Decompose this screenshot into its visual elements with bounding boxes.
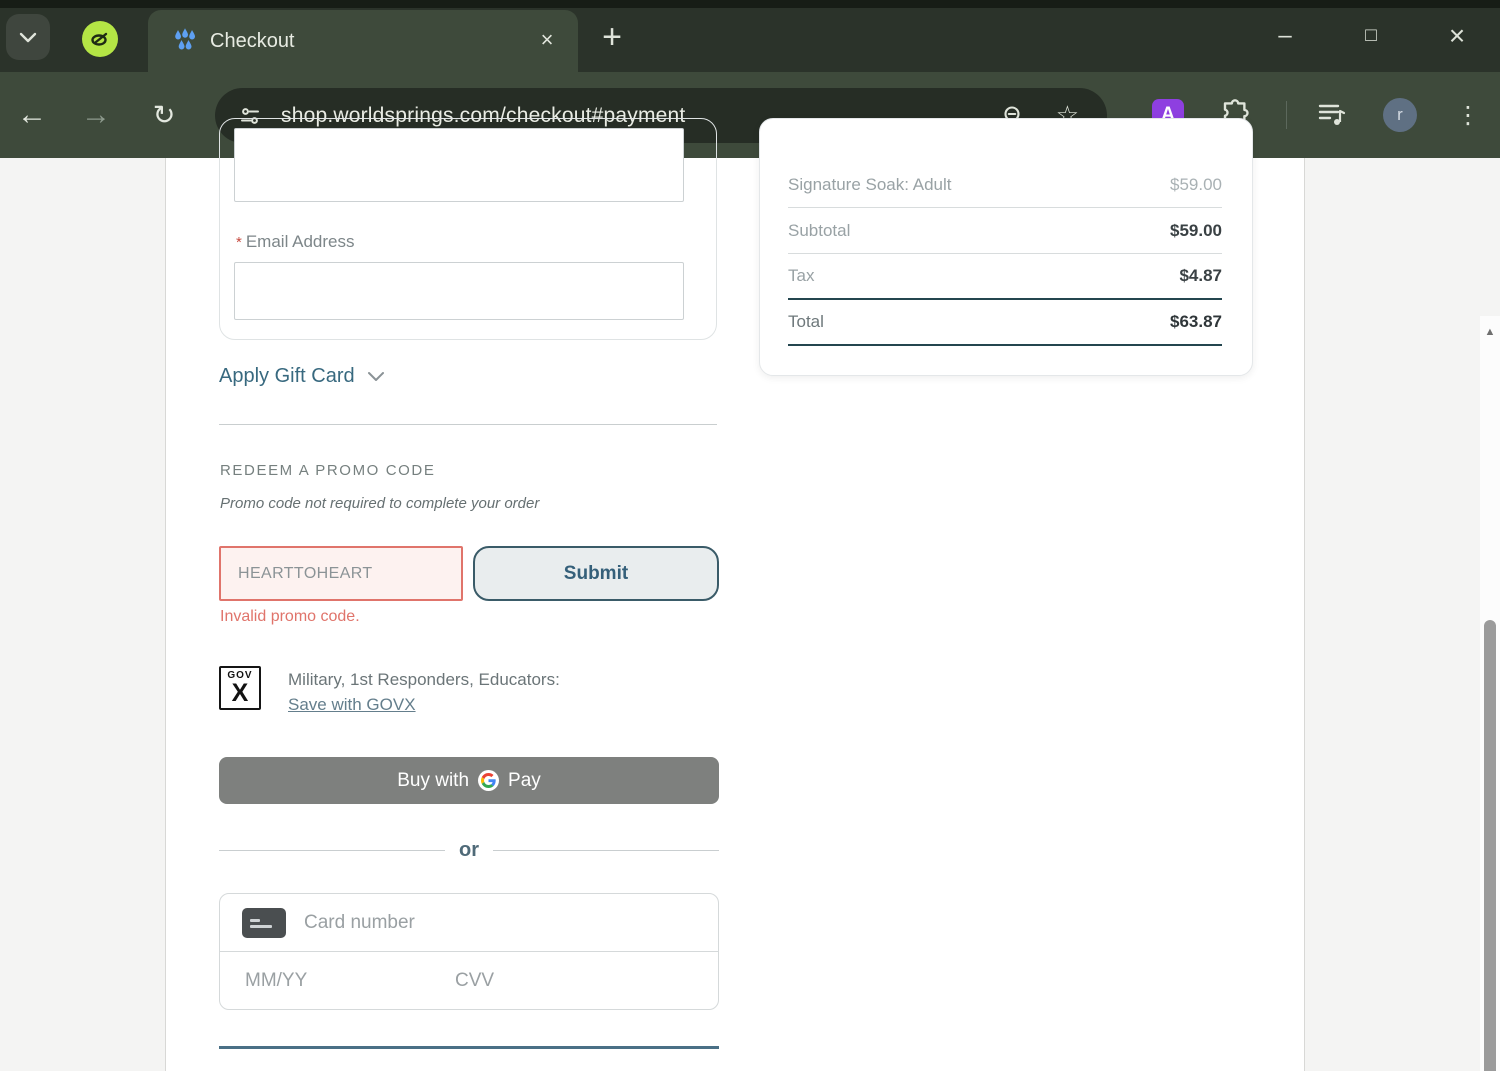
summary-row-item: Signature Soak: Adult $59.00 <box>788 163 1222 208</box>
chevron-down-icon <box>367 371 385 382</box>
tab-checkout[interactable]: Checkout × <box>148 10 578 72</box>
toolbar-divider <box>1286 101 1287 129</box>
browser-menu-icon[interactable]: ⋮ <box>1452 94 1484 136</box>
card-number-row <box>220 894 718 952</box>
subtotal-value: $59.00 <box>1170 220 1222 240</box>
gpay-button[interactable]: Buy with Pay <box>219 757 719 804</box>
back-button[interactable]: ← <box>4 72 60 158</box>
close-window-button[interactable]: × <box>1414 6 1500 66</box>
promo-submit-button[interactable]: Submit <box>473 546 719 601</box>
forward-button[interactable]: → <box>68 72 124 158</box>
tab-title: Checkout <box>210 29 295 52</box>
scrollbar-thumb[interactable] <box>1484 620 1496 1071</box>
govx-audience-text: Military, 1st Responders, Educators: <box>288 670 560 689</box>
promo-error-text: Invalid promo code. <box>220 608 360 625</box>
apply-gift-card-label: Apply Gift Card <box>219 365 355 387</box>
or-text: or <box>459 838 479 861</box>
chevron-down-icon <box>19 31 37 43</box>
worldsprings-drops-favicon <box>175 28 195 50</box>
reload-button[interactable]: ↻ <box>136 72 192 158</box>
media-controls-icon[interactable] <box>1316 99 1348 129</box>
gpay-suffix: Pay <box>508 769 541 791</box>
order-summary-card: Signature Soak: Adult $59.00 Subtotal $5… <box>759 118 1253 376</box>
checkout-content: * Email Address Apply Gift Card REDEEM A … <box>165 118 1305 1071</box>
google-g-icon <box>478 770 500 791</box>
promo-note: Promo code not required to complete your… <box>220 495 540 512</box>
govx-text-block: Military, 1st Responders, Educators: Sav… <box>288 667 560 717</box>
pinned-favicon-glyph <box>91 32 108 46</box>
card-entry-group <box>219 893 719 1010</box>
name-field[interactable] <box>234 128 684 202</box>
tax-label: Tax <box>788 266 815 285</box>
apply-gift-card-toggle[interactable]: Apply Gift Card <box>219 365 385 388</box>
summary-row-subtotal: Subtotal $59.00 <box>788 208 1222 254</box>
cvv-input[interactable] <box>455 969 635 992</box>
line-item-label: Signature Soak: Adult <box>788 175 952 194</box>
summary-row-tax: Tax $4.87 <box>788 254 1222 300</box>
scroll-up-arrow[interactable]: ▲ <box>1480 324 1500 340</box>
section-divider <box>219 424 717 425</box>
gpay-prefix: Buy with <box>397 769 470 791</box>
scrollbar[interactable]: ▲ ▼ <box>1480 316 1500 1071</box>
total-value: $63.87 <box>1170 312 1222 331</box>
tab-search-button[interactable] <box>6 14 50 60</box>
promo-code-input[interactable] <box>219 546 463 601</box>
govx-logo: GOV X <box>219 666 261 710</box>
tax-value: $4.87 <box>1179 266 1222 285</box>
expiry-input[interactable] <box>245 969 455 992</box>
maximize-button[interactable]: □ <box>1328 6 1414 66</box>
profile-avatar[interactable]: r <box>1383 98 1417 132</box>
divider-line <box>493 849 719 851</box>
card-number-input[interactable] <box>304 911 718 934</box>
new-tab-button[interactable]: + <box>592 18 632 58</box>
credit-card-icon <box>242 907 286 938</box>
pinned-tab-favicon[interactable] <box>82 21 118 57</box>
govx-save-link[interactable]: Save with GOVX <box>288 695 416 714</box>
email-field[interactable] <box>234 262 684 320</box>
card-expiry-cvv-row <box>220 952 718 1009</box>
section-rule-dark <box>219 1046 719 1049</box>
checkout-page: * Email Address Apply Gift Card REDEEM A … <box>0 118 1500 1071</box>
govx-logo-x: X <box>231 679 249 707</box>
browser-titlebar: Checkout × + – □ × <box>0 0 1500 72</box>
summary-row-total: Total $63.87 <box>788 300 1222 346</box>
tab-close-icon[interactable]: × <box>530 24 564 58</box>
line-item-value: $59.00 <box>1170 175 1222 194</box>
divider-line <box>219 849 445 851</box>
minimize-button[interactable]: – <box>1242 6 1328 66</box>
required-asterisk: * <box>236 234 242 251</box>
promo-heading: REDEEM A PROMO CODE <box>220 462 436 479</box>
or-divider: or <box>219 836 719 864</box>
email-label-text: Email Address <box>245 232 355 251</box>
total-label: Total <box>788 312 824 331</box>
email-label: * Email Address <box>236 232 355 252</box>
subtotal-label: Subtotal <box>788 220 851 240</box>
window-controls: – □ × <box>1242 0 1500 72</box>
